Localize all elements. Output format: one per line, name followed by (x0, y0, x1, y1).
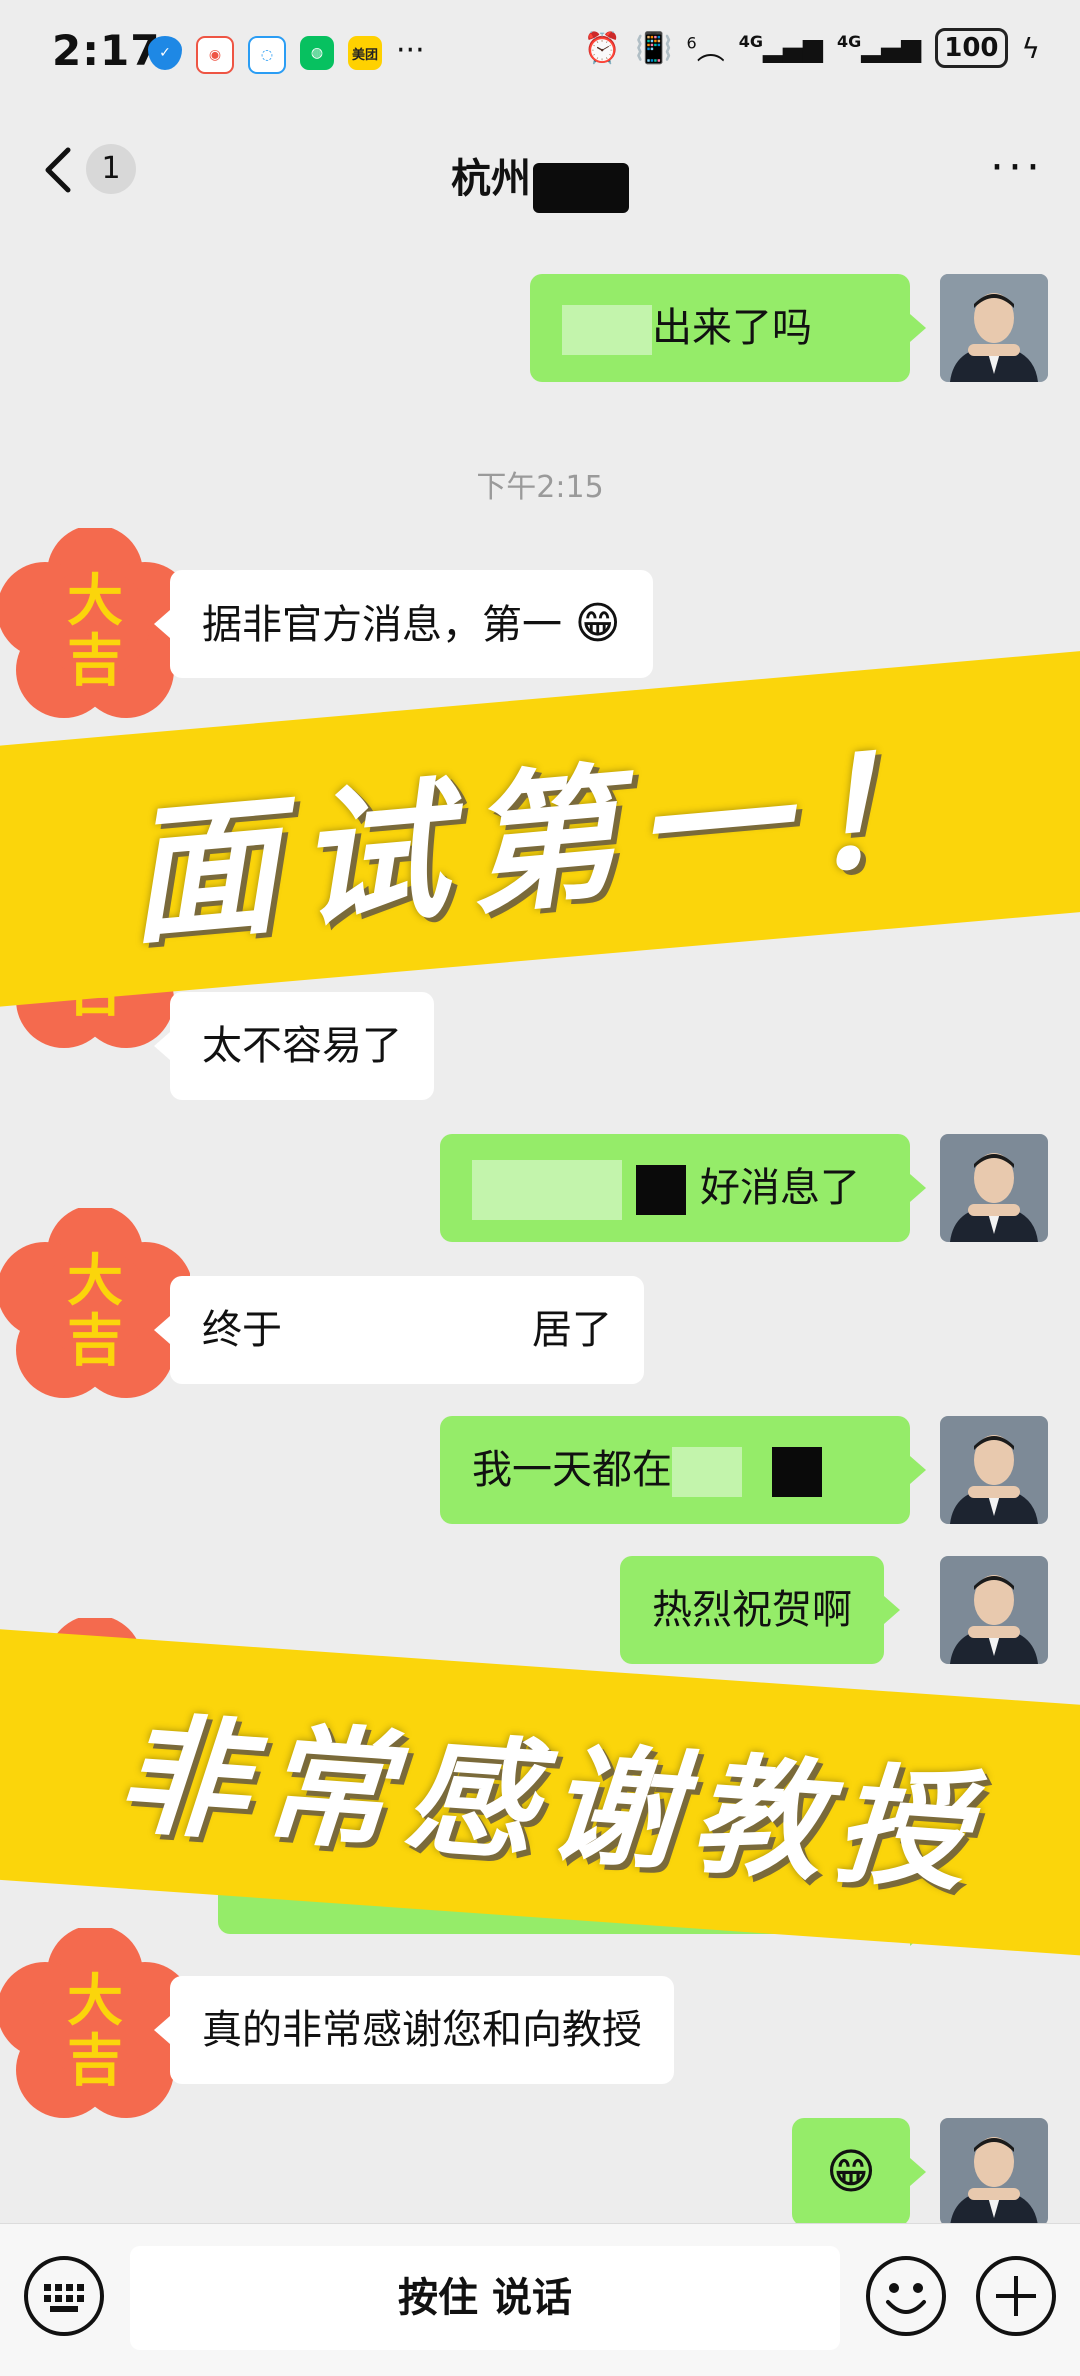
chat-title: 杭州 (451, 156, 531, 202)
wifi-icon: 6︵ (686, 33, 725, 66)
banner-text: 面试第一！ (120, 715, 983, 966)
message-text: 居了 (532, 1307, 612, 1353)
message-text: 出来了吗 (652, 305, 812, 351)
message-bubble-sent[interactable]: 热烈祝贺啊 (620, 1556, 900, 1664)
badge-char-bottom: 吉 (67, 2029, 123, 2094)
redacted-text (672, 1447, 742, 1497)
input-bar: 按住 说话 (0, 2223, 1080, 2376)
message-text: 太不容易了 (202, 1023, 402, 1069)
redaction-mask (772, 1447, 822, 1497)
chat-header: 1 杭州 ··· (0, 106, 1080, 238)
my-avatar[interactable] (940, 274, 1048, 382)
charging-icon: ϟ (1021, 31, 1040, 65)
battery-indicator: 100 (935, 28, 1008, 68)
message-bubble-received[interactable]: 太不容易了 (154, 992, 434, 1100)
message-text: 好消息了 (700, 1165, 860, 1211)
alarm-icon: ⏰ (583, 30, 622, 66)
clock: 2:17 (52, 26, 161, 75)
badge-char-top: 大 (67, 1249, 123, 1314)
emoji-icon[interactable] (862, 2252, 950, 2340)
signal-icon-2: 4G▂▄▆ (836, 32, 922, 64)
badge-char-top: 大 (67, 569, 123, 634)
more-options-icon[interactable]: ··· (990, 146, 1044, 190)
message-bubble-sent[interactable]: 出来了吗 (530, 274, 926, 382)
grin-emoji-icon: 😁 (825, 2144, 877, 2200)
hold-to-talk-button[interactable]: 按住 说话 (130, 2246, 840, 2350)
message-text: 我一天都在 (472, 1447, 672, 1493)
weibo-icon: ◉ (196, 36, 234, 74)
message-bubble-sent[interactable]: 我一天都在 (440, 1416, 926, 1524)
redaction-mask (533, 162, 629, 213)
message-bubble-received[interactable]: 据非官方消息，第一 😁 (154, 570, 653, 678)
badge-char-top: 大 (67, 1969, 123, 2034)
more-notifications-icon: ··· (396, 33, 425, 68)
plus-icon[interactable] (972, 2252, 1060, 2340)
my-avatar[interactable] (940, 2118, 1048, 2223)
signal-icon: 4G▂▄▆ (738, 32, 823, 64)
message-bubble-received[interactable]: 真的非常感谢您和向教授 (154, 1976, 674, 2084)
message-text: 终于 (202, 1307, 282, 1353)
redacted-text (282, 1304, 532, 1360)
lucky-flower-badge: 大 吉 (0, 1205, 193, 1398)
redacted-text (472, 1160, 622, 1220)
my-avatar[interactable] (940, 1416, 1048, 1524)
badge-char-bottom: 吉 (67, 1309, 123, 1374)
redaction-mask (636, 1165, 686, 1215)
vibrate-icon: 📳 (635, 30, 673, 66)
status-bar: 2:17 ✓ ◉ ◌ ◍ 美团 ··· ⏰ 📳 6︵ 4G▂▄▆ 4G▂▄▆ 1… (0, 0, 1080, 106)
overlay-banner: 非常感谢教授 (0, 1625, 1080, 1961)
message-bubble-sent[interactable]: 好消息了 (440, 1134, 926, 1242)
chat-title-wrap: 杭州 (0, 146, 1080, 213)
message-bubble-received[interactable]: 终于 居了 (154, 1276, 644, 1384)
wechat-icon: ◍ (300, 36, 334, 70)
meituan-icon: 美团 (348, 36, 382, 70)
grin-emoji-icon: 😁 (574, 598, 621, 649)
message-text: 真的非常感谢您和向教授 (202, 2007, 642, 2053)
qq-browser-icon: ◌ (248, 36, 286, 74)
message-bubble-sent[interactable]: 😁 (792, 2118, 926, 2223)
banner-text: 非常感谢教授 (112, 1697, 986, 1910)
system-icons: ⏰ 📳 6︵ 4G▂▄▆ 4G▂▄▆ 100 ϟ (584, 28, 1040, 68)
shield-icon: ✓ (148, 36, 182, 70)
message-text: 热烈祝贺啊 (652, 1587, 852, 1633)
message-text: 据非官方消息，第一 (202, 602, 562, 648)
redacted-text (562, 305, 652, 355)
my-avatar[interactable] (940, 1134, 1048, 1242)
chat-area[interactable]: 出来了吗 下午2:15 大 吉 据非官方消息，第一 😁 大 吉 太不容易了 好消… (0, 238, 1080, 2223)
my-avatar[interactable] (940, 1556, 1048, 1664)
keyboard-icon[interactable] (20, 2252, 108, 2340)
badge-char-bottom: 吉 (67, 629, 123, 694)
notification-icons: ✓ ◉ ◌ ◍ 美团 ··· (148, 36, 425, 74)
message-timestamp: 下午2:15 (476, 470, 604, 505)
